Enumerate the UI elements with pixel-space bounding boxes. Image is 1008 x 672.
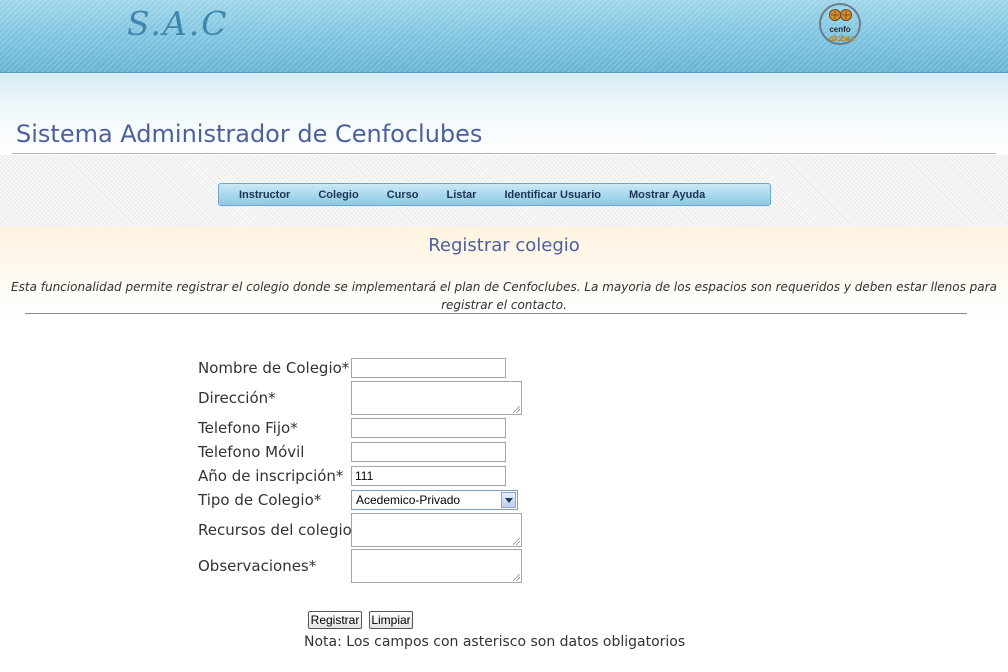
menu-item-instructor[interactable]: Instructor (229, 189, 300, 201)
limpiar-button[interactable]: Limpiar (369, 611, 413, 629)
observaciones-label: Observaciones* (198, 557, 317, 575)
menu-item-mostrar-ayuda[interactable]: Mostrar Ayuda (619, 189, 715, 201)
brand-name: S.A.C (127, 4, 229, 43)
resize-grip-icon[interactable] (513, 574, 520, 581)
tipo-selected-value: Acedemico-Privado (356, 493, 461, 507)
anio-input[interactable] (351, 466, 506, 486)
resize-grip-icon[interactable] (513, 538, 520, 545)
anio-label: Año de inscripción* (198, 467, 344, 485)
required-fields-note: Nota: Los campos con asterisco son datos… (304, 634, 686, 650)
nombre-input[interactable] (351, 358, 506, 378)
telefono-fijo-label: Telefono Fijo* (198, 419, 298, 437)
nombre-label: Nombre de Colegio* (198, 359, 350, 377)
tipo-select[interactable]: Acedemico-Privado (351, 490, 518, 510)
top-banner: S.A.C cenfo clubes (0, 0, 1008, 73)
recursos-textarea[interactable] (351, 513, 522, 547)
menu-item-colegio[interactable]: Colegio (308, 189, 368, 201)
menu-item-identificar-usuario[interactable]: Identificar Usuario (494, 189, 611, 201)
registrar-button[interactable]: Registrar (308, 611, 362, 629)
svg-text:cenfo: cenfo (829, 25, 850, 34)
menu-item-listar[interactable]: Listar (436, 189, 486, 201)
resize-grip-icon[interactable] (513, 406, 520, 413)
title-divider (12, 153, 996, 154)
telefono-fijo-input[interactable] (351, 418, 506, 438)
observaciones-textarea[interactable] (351, 549, 522, 583)
page-title: Sistema Administrador de Cenfoclubes (16, 120, 483, 148)
cenfoclubes-logo-icon[interactable]: cenfo clubes (816, 2, 866, 48)
description-divider (25, 313, 967, 314)
svg-text:clubes: clubes (829, 34, 855, 43)
section-title: Registrar colegio (428, 235, 580, 256)
tipo-label: Tipo de Colegio* (198, 491, 322, 509)
chevron-down-icon[interactable] (501, 492, 516, 508)
direccion-label: Dirección* (198, 389, 276, 407)
section-description: Esta funcionalidad permite registrar el … (11, 280, 997, 312)
main-menu: Instructor Colegio Curso Listar Identifi… (218, 183, 771, 206)
telefono-movil-label: Telefono Móvil (198, 443, 305, 461)
recursos-label: Recursos del colegio* (198, 521, 360, 539)
menu-item-curso[interactable]: Curso (377, 189, 429, 201)
direccion-textarea[interactable] (351, 381, 522, 415)
telefono-movil-input[interactable] (351, 442, 506, 462)
